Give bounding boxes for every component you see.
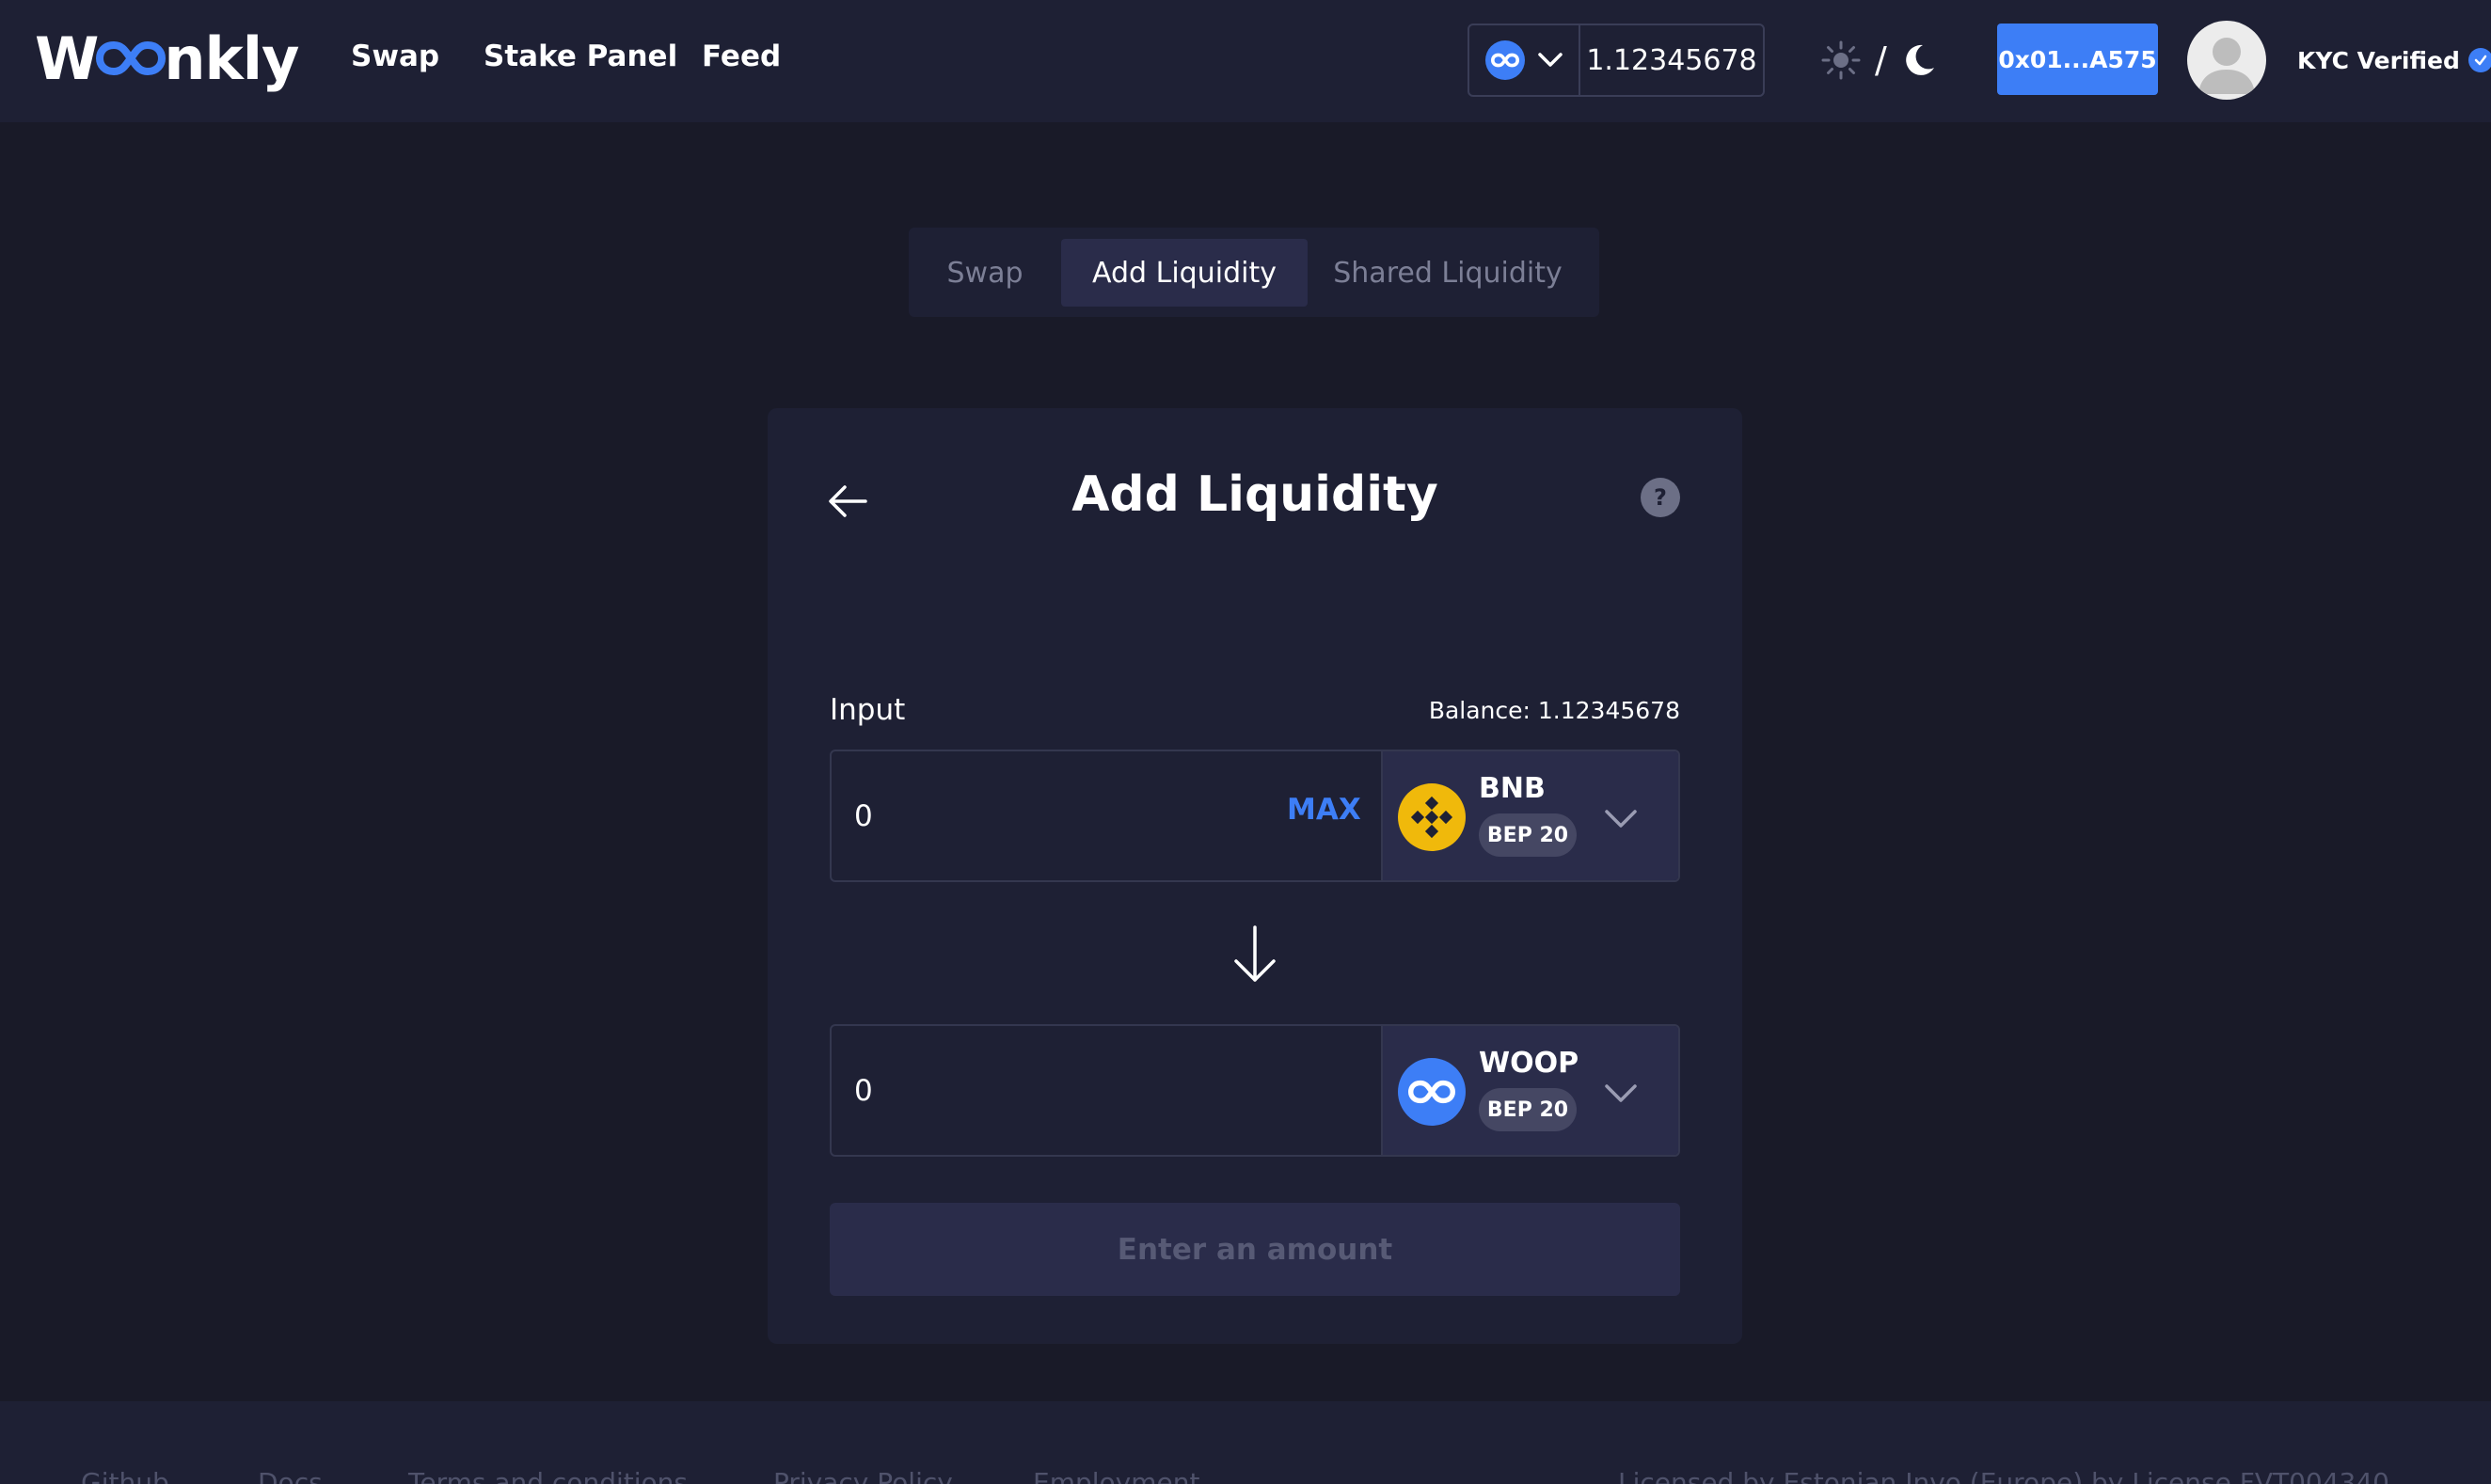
input-label: Input — [830, 693, 906, 727]
wallet-address-button[interactable]: 0x01...A575 — [1997, 24, 2158, 95]
nav-feed[interactable]: Feed — [702, 39, 781, 73]
kyc-status: KYC Verified — [2297, 43, 2491, 77]
chevron-down-icon — [1605, 810, 1637, 828]
logo-infinity-icon — [96, 40, 167, 76]
footer-link-docs[interactable]: Docs — [258, 1467, 323, 1484]
from-token-row: MAX BNB BEP 20 — [830, 750, 1680, 882]
to-token-standard-badge: BEP 20 — [1479, 1088, 1577, 1131]
network-balance: 1.12345678 — [1586, 43, 1757, 77]
nav-swap[interactable]: Swap — [351, 39, 439, 73]
nav-stake-panel[interactable]: Stake Panel — [484, 39, 677, 73]
woonkly-logo[interactable]: W nkly — [35, 21, 299, 96]
footer-link-employment[interactable]: Employment — [1033, 1467, 1199, 1484]
logo-text: nkly — [164, 24, 299, 93]
tab-add-liquidity[interactable]: Add Liquidity — [1061, 239, 1308, 307]
theme-separator: / — [1875, 39, 1887, 81]
to-token-row: WOOP BEP 20 — [830, 1024, 1680, 1157]
sun-icon[interactable] — [1820, 39, 1862, 81]
chevron-down-icon — [1538, 53, 1563, 67]
exchange-tabs: Swap Add Liquidity Shared Liquidity — [909, 228, 1599, 317]
footer-link-github[interactable]: Github — [81, 1467, 169, 1484]
moon-icon[interactable] — [1900, 41, 1938, 79]
help-icon[interactable]: ? — [1641, 478, 1680, 517]
footer: Github Docs Terms and conditions Privacy… — [0, 1401, 2491, 1484]
footer-link-terms[interactable]: Terms and conditions — [408, 1467, 688, 1484]
balance-text: Balance: 1.12345678 — [1428, 697, 1680, 724]
chevron-down-icon — [1605, 1084, 1637, 1102]
max-button[interactable]: MAX — [1287, 793, 1361, 827]
card-title: Add Liquidity — [1071, 466, 1438, 523]
add-liquidity-card: Add Liquidity ? Input Balance: 1.1234567… — [768, 408, 1742, 1344]
top-navbar: W nkly Swap Stake Panel Feed 1.12345678 — [0, 0, 2491, 122]
bnb-icon — [1398, 783, 1466, 851]
to-token-name: WOOP — [1479, 1047, 1579, 1080]
woop-icon — [1398, 1058, 1466, 1126]
user-avatar-icon — [2198, 38, 2255, 94]
footer-license-text: Licensed by Estonian Invo (Europe) by Li… — [1618, 1467, 2389, 1484]
tab-swap[interactable]: Swap — [909, 239, 1061, 307]
logo-letter-w: W — [35, 24, 99, 93]
to-amount-input[interactable] — [832, 1026, 1381, 1155]
avatar[interactable] — [2187, 21, 2266, 100]
infinity-icon — [1485, 40, 1525, 80]
network-balance-widget: 1.12345678 — [1468, 24, 1765, 97]
to-token-selector[interactable]: WOOP BEP 20 — [1381, 1026, 1678, 1155]
enter-amount-button[interactable]: Enter an amount — [830, 1203, 1680, 1296]
theme-toggle[interactable]: / — [1820, 34, 1938, 87]
from-token-selector[interactable]: BNB BEP 20 — [1381, 751, 1678, 880]
from-token-name: BNB — [1479, 772, 1546, 805]
tab-shared-liquidity[interactable]: Shared Liquidity — [1308, 239, 1588, 307]
verified-check-icon — [2467, 48, 2491, 72]
footer-link-privacy[interactable]: Privacy Policy — [773, 1467, 953, 1484]
network-selector[interactable] — [1469, 25, 1580, 95]
arrow-down-icon — [1234, 925, 1276, 982]
kyc-label: KYC Verified — [2297, 46, 2460, 74]
from-token-standard-badge: BEP 20 — [1479, 813, 1577, 857]
